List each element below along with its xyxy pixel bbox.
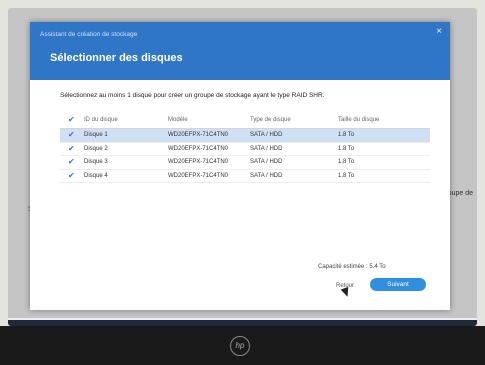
- disk-table: ✔ ID du disque Modèle Type de disque Tai…: [60, 114, 430, 183]
- table-header: ✔ ID du disque Modèle Type de disque Tai…: [60, 114, 430, 129]
- column-header-id[interactable]: ID du disque: [84, 117, 118, 123]
- disk-size: 1.8 To: [338, 159, 355, 165]
- disk-type: SATA / HDD: [250, 159, 283, 165]
- hp-logo: hp: [230, 336, 250, 356]
- storage-wizard-dialog: Assistant de création de stockage Sélect…: [30, 22, 450, 310]
- column-header-model[interactable]: Modèle: [168, 117, 188, 123]
- disk-size: 1.8 To: [338, 145, 355, 152]
- close-icon[interactable]: ×: [436, 26, 442, 37]
- select-all-checkbox[interactable]: ✔: [68, 116, 77, 125]
- disk-type: SATA / HDD: [250, 132, 283, 138]
- disk-size: 1.8 To: [338, 132, 355, 138]
- screen: Su un groupe de Assistant de création de…: [8, 8, 477, 326]
- estimated-capacity: Capacité estimée : 5.4 To: [318, 264, 386, 270]
- table-row[interactable]: ✔ Disque 3 WD20EFPX-71C4TN0 SATA / HDD 1…: [60, 156, 430, 170]
- table-row[interactable]: ✔ Disque 2 WD20EFPX-71C4TN0 SATA / HDD 1…: [60, 143, 430, 156]
- row-checkbox[interactable]: ✔: [68, 158, 77, 167]
- disk-id: Disque 3: [84, 159, 108, 165]
- instruction-text: Sélectionnez au moins 1 disque pour crée…: [60, 92, 325, 99]
- disk-model: WD20EFPX-71C4TN0: [168, 172, 229, 179]
- row-checkbox[interactable]: ✔: [68, 131, 77, 140]
- disk-model: WD20EFPX-71C4TN0: [168, 159, 229, 165]
- column-header-type[interactable]: Type de disque: [250, 117, 291, 123]
- disk-model: WD20EFPX-71C4TN0: [168, 132, 229, 138]
- column-header-size[interactable]: Taille du disque: [338, 117, 379, 123]
- table-row[interactable]: ✔ Disque 1 WD20EFPX-71C4TN0 SATA / HDD 1…: [60, 129, 430, 143]
- disk-id: Disque 4: [84, 172, 108, 179]
- next-button[interactable]: Suivant: [370, 278, 426, 291]
- wizard-title: Assistant de création de stockage: [40, 31, 138, 38]
- laptop-frame: Su un groupe de Assistant de création de…: [0, 0, 485, 365]
- dialog-title: Sélectionner des disques: [50, 52, 183, 64]
- disk-type: SATA / HDD: [250, 172, 283, 179]
- table-row[interactable]: ✔ Disque 4 WD20EFPX-71C4TN0 SATA / HDD 1…: [60, 170, 430, 183]
- dialog-header: Assistant de création de stockage Sélect…: [30, 22, 450, 80]
- row-checkbox[interactable]: ✔: [68, 144, 77, 154]
- disk-id: Disque 1: [84, 132, 108, 138]
- disk-size: 1.8 To: [338, 172, 355, 179]
- disk-model: WD20EFPX-71C4TN0: [168, 145, 229, 152]
- row-checkbox[interactable]: ✔: [68, 171, 77, 181]
- disk-id: Disque 2: [84, 145, 108, 152]
- disk-type: SATA / HDD: [250, 145, 283, 152]
